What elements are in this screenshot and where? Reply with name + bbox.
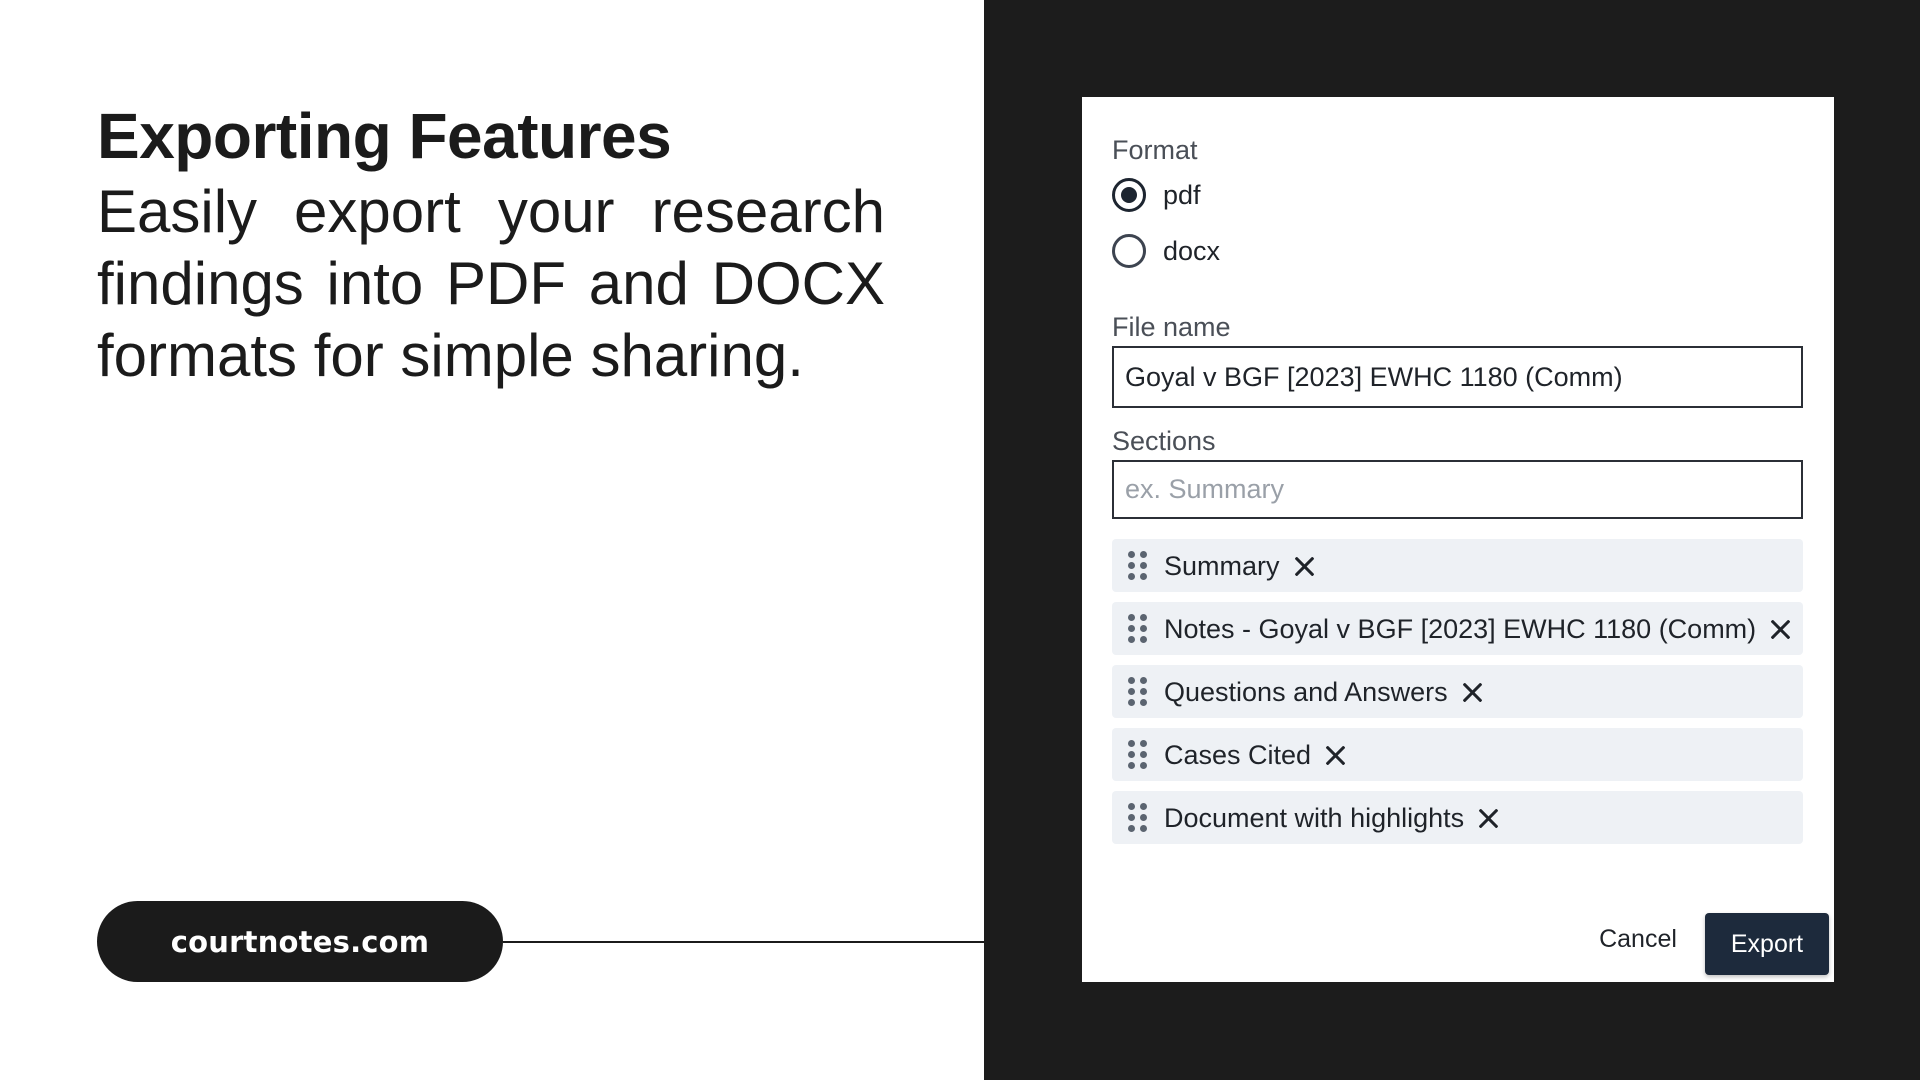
marketing-panel: Exporting Features Easily export your re… [0,0,984,1080]
close-icon[interactable] [1292,554,1316,578]
website-pill: courtnotes.com [97,901,503,982]
sections-field[interactable] [1112,460,1803,519]
drag-handle-icon[interactable] [1128,676,1148,707]
close-icon[interactable] [1323,743,1347,767]
section-chip-label: Cases Cited [1164,739,1312,770]
format-option-docx[interactable]: docx [1112,231,1220,271]
section-chip-cases[interactable]: Cases Cited [1112,728,1803,781]
section-chip-label: Questions and Answers [1164,676,1448,707]
headline: Exporting Features [97,100,672,172]
radio-checked-icon[interactable] [1112,178,1146,212]
export-button[interactable]: Export [1705,913,1829,975]
section-chip-document[interactable]: Document with highlights [1112,791,1803,844]
section-chip-questions[interactable]: Questions and Answers [1112,665,1803,718]
drag-handle-icon[interactable] [1128,739,1148,770]
format-option-label: docx [1163,236,1221,266]
format-option-pdf[interactable]: pdf [1112,175,1201,215]
drag-handle-icon[interactable] [1128,613,1148,644]
section-chip-label: Summary [1164,550,1280,581]
export-dialog: Format pdf docx File name Sections Summa… [1082,97,1834,982]
format-label: Format [1112,135,1198,165]
subheadline: Easily export your research findings int… [97,178,885,389]
sections-label: Sections [1112,426,1216,456]
radio-unchecked-icon[interactable] [1112,234,1146,268]
section-chip-summary[interactable]: Summary [1112,539,1803,592]
format-option-label: pdf [1163,180,1201,210]
cancel-button[interactable]: Cancel [1574,913,1702,965]
file-name-label: File name [1112,312,1231,342]
section-chip-label: Notes - Goyal v BGF [2023] EWHC 1180 (Co… [1164,613,1757,644]
close-icon[interactable] [1476,806,1500,830]
sections-input[interactable] [1125,462,1801,517]
drag-handle-icon[interactable] [1128,802,1148,833]
connector-line [503,941,984,943]
drag-handle-icon[interactable] [1128,550,1148,581]
file-name-input[interactable] [1125,348,1801,406]
section-chip-notes[interactable]: Notes - Goyal v BGF [2023] EWHC 1180 (Co… [1112,602,1803,655]
close-icon[interactable] [1768,617,1792,641]
close-icon[interactable] [1460,680,1484,704]
file-name-field[interactable] [1112,346,1803,408]
section-chip-label: Document with highlights [1164,802,1465,833]
